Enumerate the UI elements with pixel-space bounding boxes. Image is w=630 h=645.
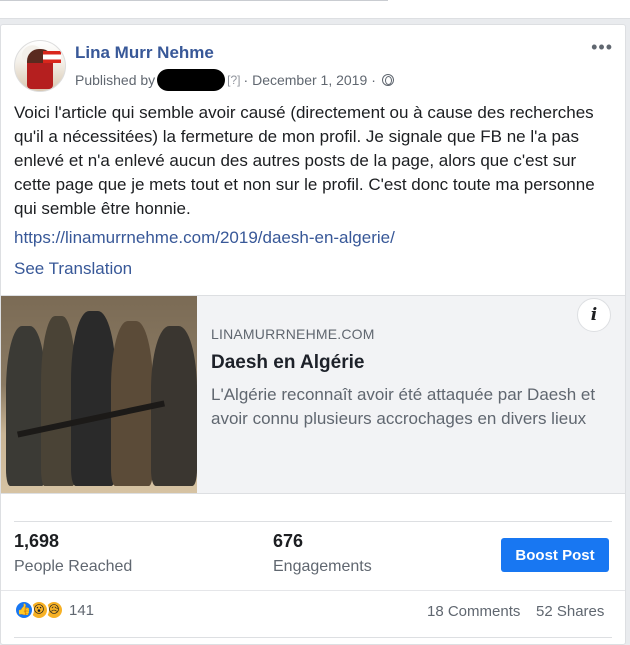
reactions-summary[interactable]: 👍 😮 😥 141 bbox=[14, 600, 94, 620]
preview-image[interactable] bbox=[1, 296, 197, 493]
preview-title[interactable]: Daesh en Algérie bbox=[211, 352, 611, 374]
meta-separator-2: · bbox=[371, 72, 376, 88]
redacted-author bbox=[157, 69, 226, 91]
post-text: Voici l'article qui semble avoir causé (… bbox=[14, 103, 595, 218]
like-reaction-icon: 👍 bbox=[14, 600, 34, 620]
top-strip bbox=[0, 0, 630, 19]
comments-link[interactable]: 18 Comments bbox=[427, 603, 520, 620]
see-translation-link[interactable]: See Translation bbox=[14, 259, 132, 279]
people-reached-stat[interactable]: 1,698 People Reached bbox=[14, 531, 132, 576]
post-card: Lina Murr Nehme Published by [?] · Decem… bbox=[0, 24, 626, 645]
preview-description: L'Algérie reconnaît avoir été attaquée p… bbox=[211, 385, 596, 428]
preview-text: LINAMURRNEHME.COM Daesh en Algérie L'Alg… bbox=[211, 326, 611, 431]
page-name-link[interactable]: Lina Murr Nehme bbox=[75, 43, 214, 63]
help-mark[interactable]: [?] bbox=[227, 73, 240, 87]
engagements-label: Engagements bbox=[273, 558, 372, 575]
more-options-icon[interactable]: ••• bbox=[591, 37, 613, 58]
shares-link[interactable]: 52 Shares bbox=[536, 603, 604, 620]
image-figure bbox=[6, 326, 46, 486]
reactions-divider bbox=[1, 590, 625, 591]
top-divider bbox=[0, 0, 388, 1]
people-reached-value: 1,698 bbox=[14, 531, 60, 551]
engagements-value: 676 bbox=[273, 531, 304, 551]
link-preview[interactable]: LINAMURRNEHME.COM Daesh en Algérie L'Alg… bbox=[1, 295, 625, 494]
preview-domain: LINAMURRNEHME.COM bbox=[211, 326, 375, 342]
meta-separator: · bbox=[243, 72, 249, 88]
post-meta: Published by [?] · December 1, 2019 · bbox=[75, 69, 394, 91]
published-by-label: Published by bbox=[75, 72, 156, 88]
reaction-count: 141 bbox=[69, 601, 95, 619]
page-avatar[interactable] bbox=[14, 40, 66, 92]
globe-icon bbox=[381, 74, 394, 86]
avatar-flag bbox=[43, 51, 61, 63]
image-figure bbox=[71, 311, 116, 486]
info-icon[interactable]: i bbox=[577, 298, 611, 332]
bottom-divider bbox=[14, 637, 612, 638]
people-reached-label: People Reached bbox=[14, 558, 133, 575]
post-date[interactable]: December 1, 2019 bbox=[252, 72, 367, 88]
boost-post-button[interactable]: Boost Post bbox=[501, 538, 609, 572]
post-link[interactable]: https://linamurrnehme.com/2019/daesh-en-… bbox=[14, 228, 395, 248]
engagements-stat[interactable]: 676 Engagements bbox=[273, 531, 372, 576]
stats-divider bbox=[14, 521, 612, 522]
